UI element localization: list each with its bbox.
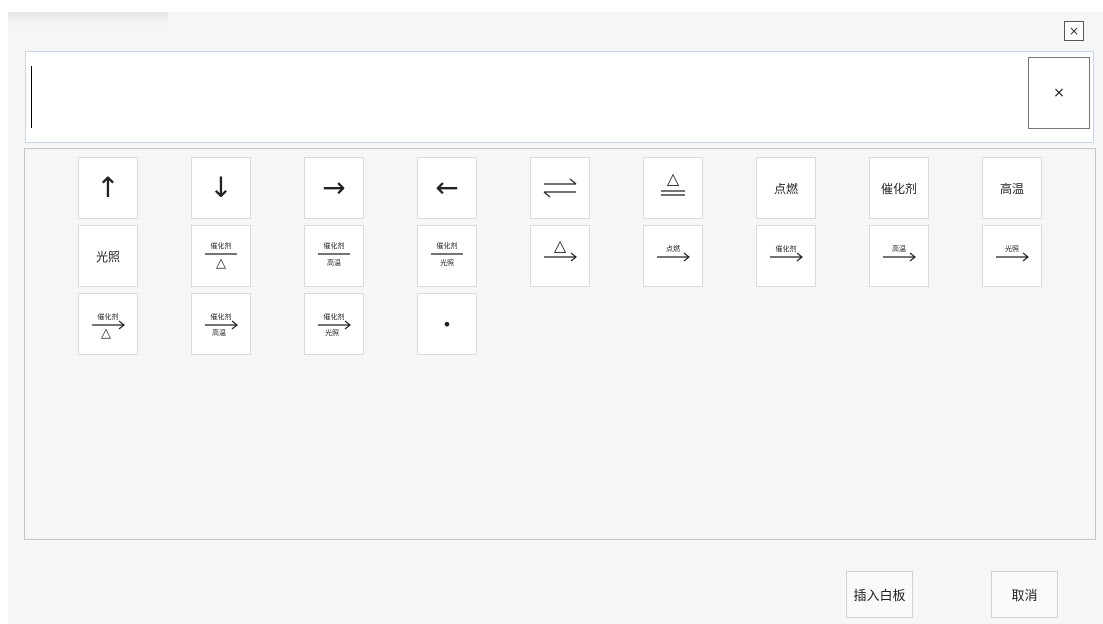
symbol-label: ← bbox=[435, 171, 458, 204]
text-caret bbox=[31, 66, 32, 128]
symbol-label: 光照 bbox=[1005, 244, 1019, 253]
symbol-label: 催化剂 bbox=[437, 241, 458, 250]
title-bar-shade bbox=[8, 12, 168, 26]
symbol-catalyst-hightemp-arrow[interactable]: 催化剂 高温 bbox=[191, 293, 251, 355]
symbol-catalyst[interactable]: 催化剂 bbox=[869, 157, 929, 219]
symbol-label: △ bbox=[101, 326, 111, 341]
symbol-label: 催化剂 bbox=[881, 181, 917, 196]
dialog-close-button[interactable]: × bbox=[1064, 21, 1084, 41]
ignite-icon: 点燃 bbox=[774, 181, 798, 196]
symbol-down-arrow[interactable]: ↓ bbox=[191, 157, 251, 219]
symbol-label: 催化剂 bbox=[324, 241, 345, 250]
catalyst-heat-arrow-icon: 催化剂 △ bbox=[92, 312, 125, 341]
heat-arrow-icon: △ bbox=[544, 236, 577, 262]
symbol-label: 点燃 bbox=[774, 181, 798, 196]
left-arrow-icon: ← bbox=[435, 171, 458, 204]
clear-input-button[interactable]: × bbox=[1028, 57, 1090, 129]
symbol-right-arrow[interactable]: → bbox=[304, 157, 364, 219]
catalyst-heat-equals-icon: 催化剂 △ bbox=[205, 241, 237, 271]
symbol-dot[interactable]: • bbox=[417, 293, 477, 355]
symbol-label: 催化剂 bbox=[211, 312, 232, 321]
symbol-palette: ↑ ↓ → ← △ 点燃 催化剂 高温 光照 催化剂 △ 催化剂 高温 催化剂 光照 △ 点燃 催化剂 高温 光照 催化… bbox=[24, 148, 1096, 540]
ignite-arrow-icon: 点燃 bbox=[657, 244, 690, 262]
symbol-light-arrow[interactable]: 光照 bbox=[982, 225, 1042, 287]
symbol-light[interactable]: 光照 bbox=[78, 225, 138, 287]
symbol-label: ↓ bbox=[209, 171, 232, 204]
symbol-catalyst-heat-arrow[interactable]: 催化剂 △ bbox=[78, 293, 138, 355]
symbol-catalyst-arrow[interactable]: 催化剂 bbox=[756, 225, 816, 287]
hightemp-arrow-icon: 高温 bbox=[883, 244, 916, 262]
dot-icon: • bbox=[442, 315, 451, 334]
catalyst-light-equals-icon: 催化剂光照 bbox=[431, 241, 463, 267]
high-temp-icon: 高温 bbox=[1000, 181, 1024, 196]
catalyst-hightemp-equals-icon: 催化剂高温 bbox=[318, 241, 350, 267]
symbol-label: △ bbox=[667, 169, 680, 188]
symbol-label: 高温 bbox=[327, 258, 341, 267]
symbol-label: • bbox=[442, 315, 451, 334]
symbol-label: 催化剂 bbox=[776, 244, 797, 253]
symbol-ignite[interactable]: 点燃 bbox=[756, 157, 816, 219]
right-arrow-icon: → bbox=[322, 171, 345, 204]
symbol-label: 高温 bbox=[1000, 181, 1024, 196]
symbol-high-temp[interactable]: 高温 bbox=[982, 157, 1042, 219]
symbol-label: ↑ bbox=[96, 171, 119, 204]
symbol-label: 光照 bbox=[96, 250, 120, 264]
symbol-label: 催化剂 bbox=[211, 241, 232, 250]
symbol-label: 光照 bbox=[440, 258, 454, 267]
light-arrow-icon: 光照 bbox=[996, 244, 1029, 262]
symbol-left-arrow[interactable]: ← bbox=[417, 157, 477, 219]
cancel-button[interactable]: 取消 bbox=[991, 571, 1058, 618]
insert-whiteboard-button[interactable]: 插入白板 bbox=[846, 571, 913, 618]
symbol-label: 光照 bbox=[325, 328, 339, 337]
symbol-catalyst-heat-equals[interactable]: 催化剂 △ bbox=[191, 225, 251, 287]
symbol-label: 高温 bbox=[212, 328, 226, 337]
catalyst-hightemp-arrow-icon: 催化剂高温 bbox=[205, 312, 238, 337]
symbol-dialog: × × ↑ ↓ → ← △ 点燃 催化剂 高温 光照 催化剂 △ 催化剂 高温 催化剂 光照 △ 点燃 催化剂 高温… bbox=[8, 12, 1103, 624]
symbol-heat-equals[interactable]: △ bbox=[643, 157, 703, 219]
catalyst-arrow-icon: 催化剂 bbox=[770, 244, 803, 262]
symbol-label: △ bbox=[216, 256, 226, 271]
symbol-label: 高温 bbox=[892, 244, 906, 253]
catalyst-icon: 催化剂 bbox=[881, 181, 917, 196]
down-arrow-icon: ↓ bbox=[209, 171, 232, 204]
symbol-catalyst-light-equals[interactable]: 催化剂 光照 bbox=[417, 225, 477, 287]
symbol-catalyst-hightemp-equals[interactable]: 催化剂 高温 bbox=[304, 225, 364, 287]
symbol-catalyst-light-arrow[interactable]: 催化剂 光照 bbox=[304, 293, 364, 355]
symbol-label: 催化剂 bbox=[98, 312, 119, 321]
symbol-up-arrow[interactable]: ↑ bbox=[78, 157, 138, 219]
symbol-heat-arrow[interactable]: △ bbox=[530, 225, 590, 287]
symbol-label: 点燃 bbox=[666, 244, 680, 253]
reversible-arrow-icon bbox=[543, 178, 577, 198]
symbol-label: → bbox=[322, 171, 345, 204]
symbol-hightemp-arrow[interactable]: 高温 bbox=[869, 225, 929, 287]
catalyst-light-arrow-icon: 催化剂光照 bbox=[318, 312, 351, 337]
up-arrow-icon: ↑ bbox=[96, 171, 119, 204]
symbol-ignite-arrow[interactable]: 点燃 bbox=[643, 225, 703, 287]
symbol-label: 催化剂 bbox=[324, 312, 345, 321]
light-icon: 光照 bbox=[96, 250, 120, 264]
symbol-label: △ bbox=[554, 236, 567, 255]
heat-equals-icon: △ bbox=[661, 169, 685, 196]
symbol-reversible-arrow[interactable] bbox=[530, 157, 590, 219]
formula-input[interactable]: × bbox=[25, 51, 1094, 143]
